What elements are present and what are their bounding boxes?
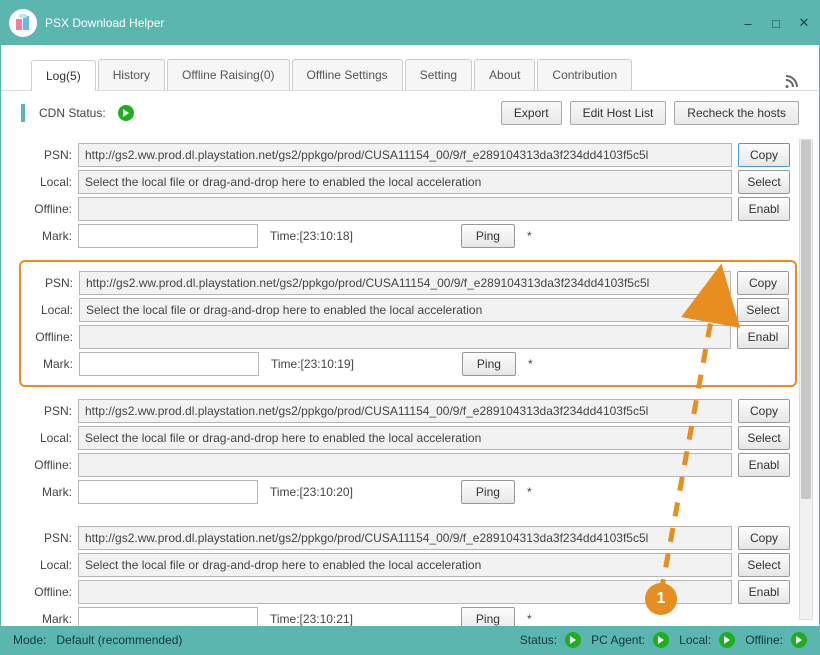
psn-label: PSN: [26, 404, 72, 418]
psn-url-field[interactable]: http://gs2.ww.prod.dl.playstation.net/gs… [79, 271, 731, 295]
local-file-field[interactable]: Select the local file or drag-and-drop h… [78, 170, 732, 194]
edit-host-list-button[interactable]: Edit Host List [570, 101, 667, 125]
app-window: PSX Download Helper – □ ✕ Log(5)HistoryO… [0, 0, 820, 655]
local-file-field[interactable]: Select the local file or drag-and-drop h… [78, 426, 732, 450]
local-label: Local: [26, 175, 72, 189]
local-label: Local: [679, 633, 711, 647]
local-file-field[interactable]: Select the local file or drag-and-drop h… [79, 298, 731, 322]
scrollbar-thumb[interactable] [801, 140, 811, 499]
copy-button[interactable]: Copy [738, 399, 790, 423]
log-entry: PSN: http://gs2.ww.prod.dl.playstation.ne… [19, 389, 797, 514]
offline-field[interactable] [78, 580, 732, 604]
mark-field[interactable] [78, 607, 258, 626]
window-title: PSX Download Helper [45, 16, 741, 30]
mark-label: Mark: [26, 229, 72, 243]
enable-button[interactable]: Enabl [738, 453, 790, 477]
time-label: Time:[23:10:18] [270, 229, 353, 243]
copy-button[interactable]: Copy [738, 526, 790, 550]
local-label: Local: [27, 303, 73, 317]
mark-field[interactable] [79, 352, 259, 376]
log-entries: PSN: http://gs2.ww.prod.dl.playstation.ne… [19, 133, 813, 626]
cdn-status-label: CDN Status: [39, 106, 106, 120]
offline-field[interactable] [79, 325, 731, 349]
cdn-status-play-icon[interactable] [118, 105, 134, 121]
psn-url-field[interactable]: http://gs2.ww.prod.dl.playstation.net/gs… [78, 526, 732, 550]
local-label: Local: [26, 558, 72, 572]
offline-play-icon[interactable] [791, 632, 807, 648]
ping-star: * [528, 357, 533, 371]
ping-star: * [527, 485, 532, 499]
ping-star: * [527, 612, 532, 626]
offline-label: Offline: [745, 633, 783, 647]
mode-label: Mode: [13, 633, 46, 647]
log-entry: PSN: http://gs2.ww.prod.dl.playstation.ne… [19, 133, 797, 258]
log-entry: PSN: http://gs2.ww.prod.dl.playstation.ne… [19, 516, 797, 626]
ping-button[interactable]: Ping [462, 352, 516, 376]
enable-button[interactable]: Enabl [737, 325, 789, 349]
mark-field[interactable] [78, 224, 258, 248]
psn-label: PSN: [27, 276, 73, 290]
select-button[interactable]: Select [737, 298, 789, 322]
tab-offline-settings[interactable]: Offline Settings [292, 59, 403, 90]
log-entry: PSN: http://gs2.ww.prod.dl.playstation.ne… [19, 260, 797, 387]
maximize-button[interactable]: □ [769, 16, 783, 30]
title-bar: PSX Download Helper – □ ✕ [1, 1, 819, 45]
enable-button[interactable]: Enabl [738, 197, 790, 221]
psn-label: PSN: [26, 148, 72, 162]
status-label: Status: [520, 633, 557, 647]
ping-button[interactable]: Ping [461, 607, 515, 626]
pc-agent-play-icon[interactable] [653, 632, 669, 648]
select-button[interactable]: Select [738, 553, 790, 577]
time-label: Time:[23:10:19] [271, 357, 354, 371]
offline-field[interactable] [78, 453, 732, 477]
copy-button[interactable]: Copy [738, 143, 790, 167]
psn-url-field[interactable]: http://gs2.ww.prod.dl.playstation.net/gs… [78, 399, 732, 423]
time-label: Time:[23:10:20] [270, 485, 353, 499]
enable-button[interactable]: Enabl [738, 580, 790, 604]
offline-sublabel: Offline: [26, 458, 72, 472]
app-logo-icon [9, 9, 37, 37]
ping-button[interactable]: Ping [461, 224, 515, 248]
close-button[interactable]: ✕ [797, 16, 811, 30]
psn-url-field[interactable]: http://gs2.ww.prod.dl.playstation.net/gs… [78, 143, 732, 167]
offline-sublabel: Offline: [26, 202, 72, 216]
mark-label: Mark: [27, 357, 73, 371]
select-button[interactable]: Select [738, 426, 790, 450]
mode-value: Default (recommended) [56, 633, 182, 647]
psn-label: PSN: [26, 531, 72, 545]
offline-sublabel: Offline: [27, 330, 73, 344]
ping-button[interactable]: Ping [461, 480, 515, 504]
local-label: Local: [26, 431, 72, 445]
mark-label: Mark: [26, 485, 72, 499]
pc-agent-label: PC Agent: [591, 633, 645, 647]
tab-log-5-[interactable]: Log(5) [31, 60, 96, 91]
offline-field[interactable] [78, 197, 732, 221]
offline-sublabel: Offline: [26, 585, 72, 599]
rss-icon[interactable] [783, 72, 801, 90]
tab-history[interactable]: History [98, 59, 165, 90]
mark-label: Mark: [26, 612, 72, 626]
log-scroll-area: PSN: http://gs2.ww.prod.dl.playstation.ne… [1, 133, 819, 626]
local-play-icon[interactable] [719, 632, 735, 648]
window-controls: – □ ✕ [741, 16, 811, 30]
vertical-scrollbar[interactable] [799, 139, 813, 620]
status-bar: Mode: Default (recommended) Status: PC A… [1, 626, 819, 654]
minimize-button[interactable]: – [741, 16, 755, 30]
time-label: Time:[23:10:21] [270, 612, 353, 626]
export-button[interactable]: Export [501, 101, 562, 125]
accent-bar-icon [21, 104, 25, 122]
select-button[interactable]: Select [738, 170, 790, 194]
local-file-field[interactable]: Select the local file or drag-and-drop h… [78, 553, 732, 577]
tab-contribution[interactable]: Contribution [537, 59, 632, 90]
ping-star: * [527, 229, 532, 243]
tab-offline-raising-0-[interactable]: Offline Raising(0) [167, 59, 289, 90]
toolbar: CDN Status: Export Edit Host List Rechec… [1, 91, 819, 133]
recheck-hosts-button[interactable]: Recheck the hosts [674, 101, 799, 125]
copy-button[interactable]: Copy [737, 271, 789, 295]
status-play-icon[interactable] [565, 632, 581, 648]
mark-field[interactable] [78, 480, 258, 504]
tab-setting[interactable]: Setting [405, 59, 472, 90]
tabs-bar: Log(5)HistoryOffline Raising(0)Offline S… [1, 45, 819, 91]
tab-about[interactable]: About [474, 59, 535, 90]
